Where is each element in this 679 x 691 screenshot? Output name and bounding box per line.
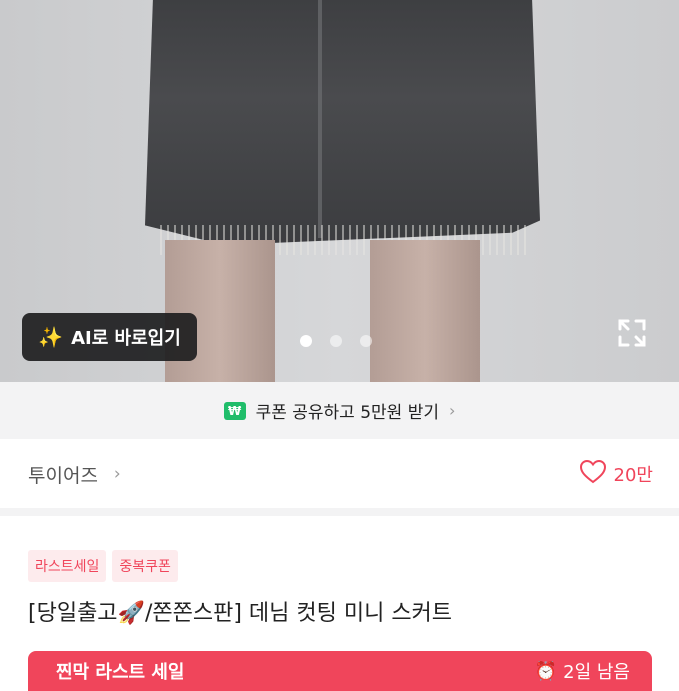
ai-try-on-button[interactable]: ✨ AI로 바로입기	[22, 313, 197, 361]
product-image-carousel[interactable]: ✨ AI로 바로입기	[0, 0, 679, 382]
alarm-clock-icon: ⏰	[534, 660, 558, 682]
chevron-right-icon: ›	[113, 464, 121, 484]
coupon-share-banner[interactable]: ₩ 쿠폰 공유하고 5만원 받기 ›	[0, 382, 679, 439]
store-row: 투이어즈 › 20만	[0, 440, 679, 516]
store-link[interactable]: 투이어즈 ›	[28, 461, 121, 488]
carousel-dot-active[interactable]	[300, 335, 312, 347]
last-sale-label: 찐막 라스트 세일	[56, 662, 185, 683]
badge-last-sale: 라스트세일	[28, 550, 107, 582]
carousel-dot[interactable]	[360, 335, 372, 347]
coupon-share-label: 쿠폰 공유하고 5만원 받기	[255, 403, 440, 423]
chevron-right-icon: ›	[449, 401, 456, 420]
product-title-suffix: /쫀쫀스판] 데님 컷팅 미니 스커트	[144, 601, 453, 626]
product-photo-skirt	[145, 0, 540, 245]
rocket-icon: 🚀	[117, 601, 145, 626]
product-photo-leg-right	[370, 240, 480, 382]
expand-icon[interactable]	[612, 313, 652, 353]
product-title-prefix: [당일출고	[28, 601, 118, 626]
won-icon: ₩	[223, 401, 246, 420]
store-name: 투이어즈	[28, 464, 98, 487]
magic-wand-icon: ✨	[38, 325, 64, 349]
badge-list: 라스트세일 중복쿠폰	[28, 550, 178, 582]
product-photo-seam	[318, 0, 322, 238]
product-title: [당일출고🚀/쫀쫀스판] 데님 컷팅 미니 스커트	[28, 595, 452, 627]
last-sale-banner[interactable]: 찐막 라스트 세일 ⏰ 2일 남음	[28, 651, 652, 691]
carousel-indicator	[300, 335, 372, 347]
like-button[interactable]: 20만	[579, 459, 653, 489]
carousel-dot[interactable]	[330, 335, 342, 347]
sale-timer: ⏰ 2일 남음	[535, 658, 630, 684]
ai-try-on-label: AI로 바로입기	[71, 328, 181, 349]
like-count: 20만	[613, 465, 653, 486]
badge-double-coupon: 중복쿠폰	[112, 550, 178, 582]
sale-timer-text: 2일 남음	[563, 662, 630, 683]
heart-icon	[579, 459, 606, 489]
